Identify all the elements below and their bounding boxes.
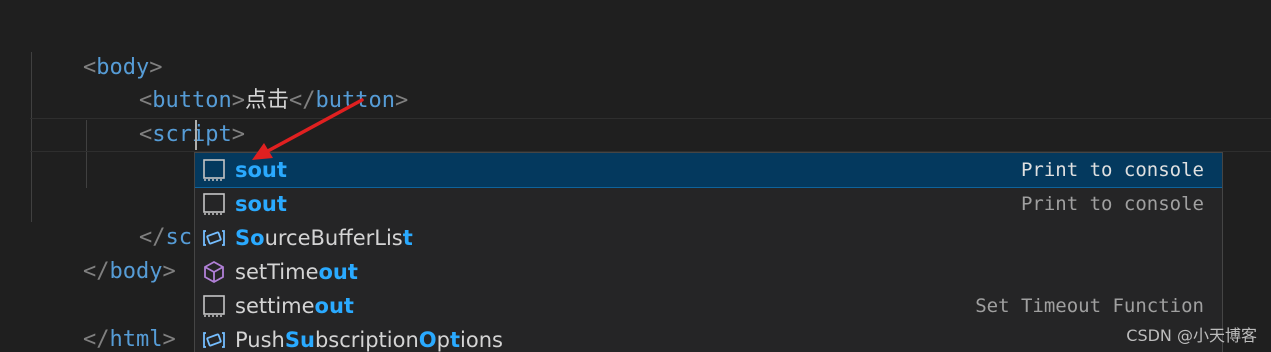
suggestion-item[interactable]: settimeout Set Timeout Function <box>195 289 1222 323</box>
suggestion-label: sout <box>235 158 287 182</box>
suggestion-label: sout <box>235 192 287 216</box>
tag-bracket: </ <box>82 259 110 284</box>
tag-name: button <box>315 88 395 113</box>
suggestion-item[interactable]: setTimeout <box>195 255 1222 289</box>
snippet-icon <box>202 158 226 182</box>
text-cursor <box>195 120 197 150</box>
suggestion-label: PushSubscriptionOptions <box>235 328 503 352</box>
tag-bracket: </ <box>288 88 316 113</box>
suggestion-item[interactable]: SourceBufferList <box>195 221 1222 255</box>
snippet-icon <box>202 294 226 318</box>
snippet-icon <box>202 192 226 216</box>
tag-name: body <box>109 259 163 284</box>
variable-icon <box>202 226 226 250</box>
code-line-body-open: <body> <box>30 17 162 80</box>
suggestion-detail: Print to console <box>1020 193 1204 215</box>
suggestion-item[interactable]: PushSubscriptionOptions <box>195 323 1222 352</box>
tag-name: html <box>109 327 163 352</box>
tag-bracket: > <box>394 88 409 113</box>
code-line-body-close: </body> <box>30 221 176 284</box>
code-line-html-close: </html> <box>30 289 176 352</box>
code-line-button: <button>点击</button> <box>86 50 408 113</box>
suggestion-item[interactable]: sout Print to console <box>195 153 1222 188</box>
suggestion-detail: Set Timeout Function <box>975 295 1204 317</box>
suggestion-item[interactable]: sout Print to console <box>195 187 1222 221</box>
tag-bracket: > <box>162 259 176 284</box>
code-line-script-open: <script> <box>86 84 245 147</box>
tag-bracket: > <box>162 327 176 352</box>
suggestion-detail: Print to console <box>1020 159 1204 181</box>
tag-bracket: </ <box>82 327 110 352</box>
code-editor[interactable]: <body> <button>点击</button> <script> sout… <box>0 0 1271 352</box>
autocomplete-suggestion-list[interactable]: sout Print to console sout Print to console… <box>194 152 1223 352</box>
button-text: 点击 <box>244 88 289 113</box>
code-line-typed: sout <box>141 118 247 181</box>
watermark: CSDN @小天博客 <box>1126 326 1257 345</box>
method-icon <box>202 260 226 284</box>
suggestion-label: SourceBufferList <box>235 226 413 250</box>
suggestion-label: settimeout <box>235 294 354 318</box>
variable-icon <box>202 328 226 352</box>
suggestion-label: setTimeout <box>235 260 358 284</box>
